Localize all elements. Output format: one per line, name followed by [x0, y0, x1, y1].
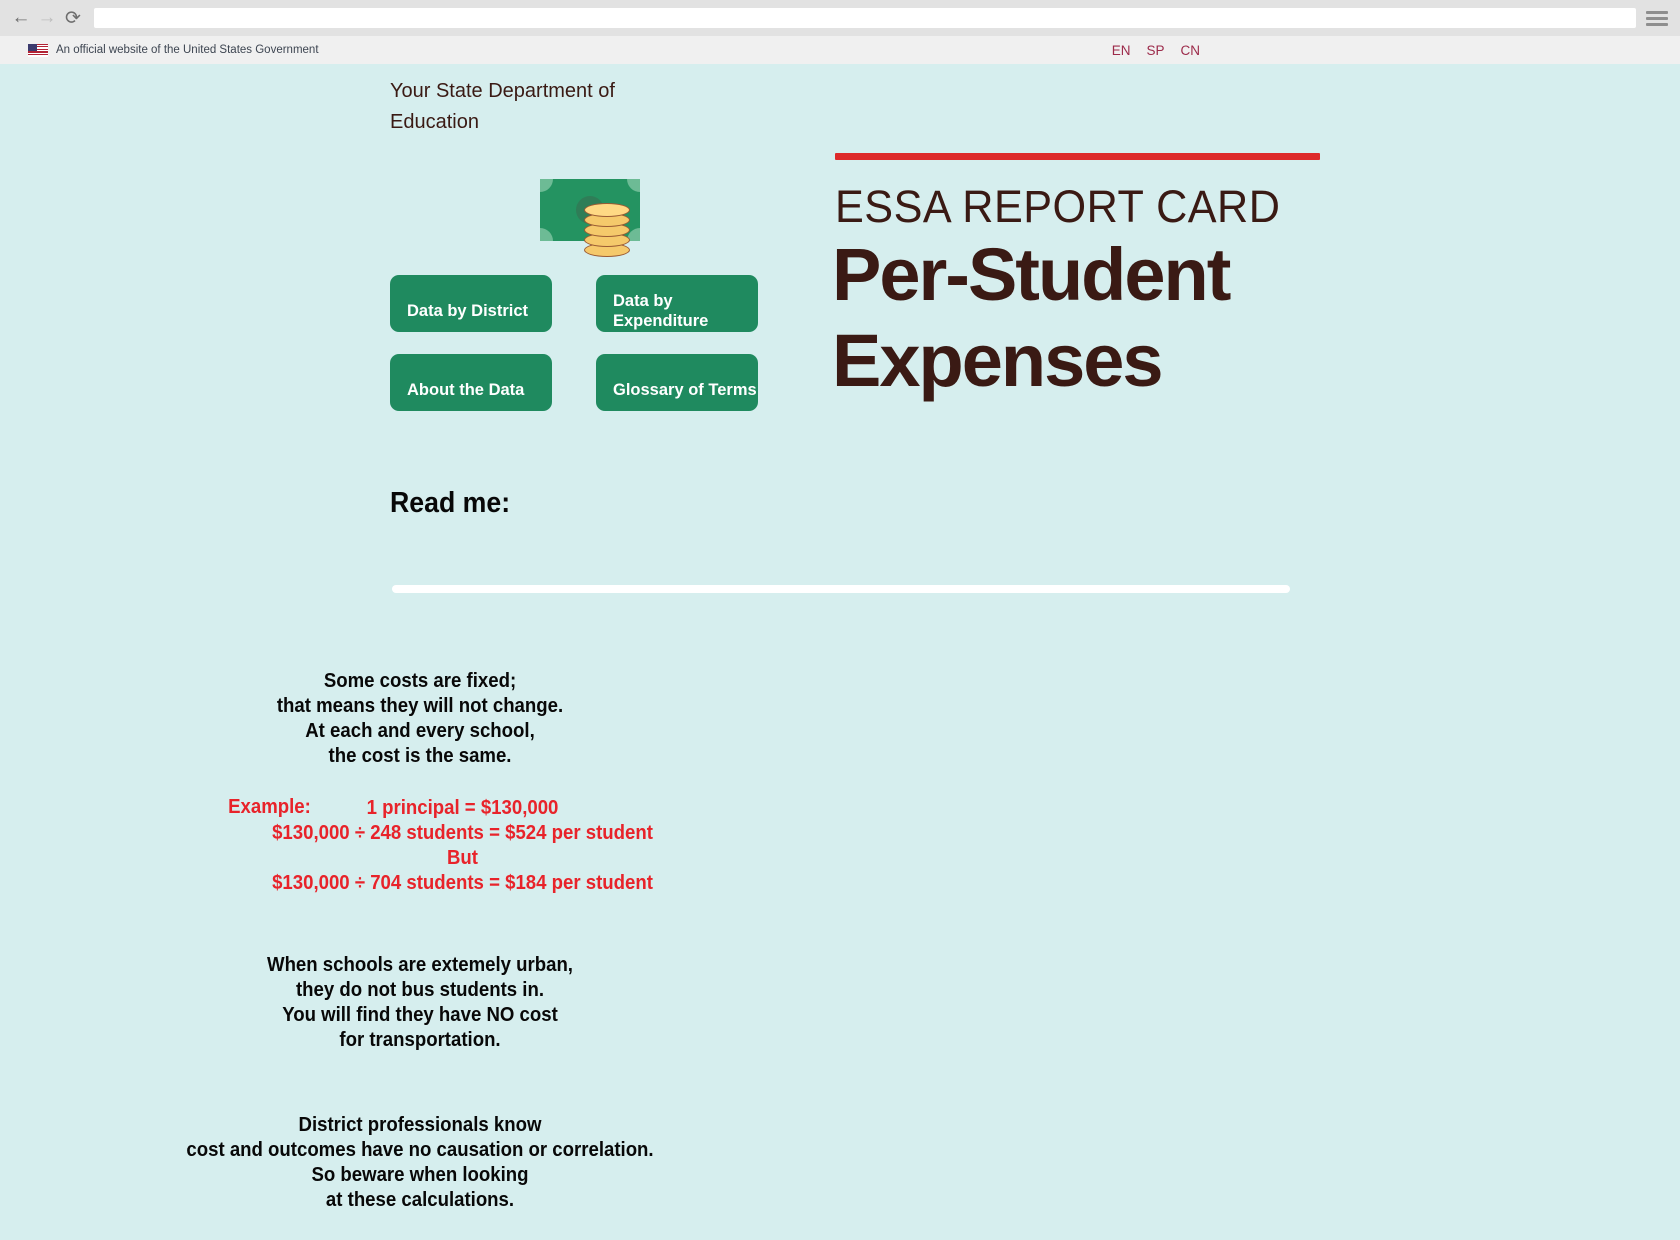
poem-line: So beware when looking: [311, 1164, 529, 1186]
poem-line: they do not bus students in.: [295, 979, 544, 1001]
poem-line: When schools are extemely urban,: [267, 954, 573, 976]
address-bar[interactable]: [94, 8, 1636, 28]
browser-chrome: ← → ⟳: [0, 0, 1680, 36]
page-title: Per-Student Expenses: [832, 232, 1231, 404]
example-line: $130,000 ÷ 704 students = $184 per stude…: [272, 872, 653, 894]
site-title: Your State Department of Education: [390, 80, 615, 133]
coin-stack-shape: [584, 203, 630, 259]
poem-line: District professionals know: [298, 1114, 542, 1136]
poem-line: that means they will not change.: [276, 695, 564, 717]
read-me-divider: [392, 585, 1290, 593]
example-line: 1 principal = $130,000: [366, 797, 559, 819]
example-line: But: [446, 847, 478, 869]
hero-red-rule: [835, 153, 1320, 160]
poem-line: the cost is the same.: [328, 745, 512, 767]
hero-title-line2: Expenses: [832, 319, 1164, 402]
poem-stanza-1: Some costs are fixed; that means they wi…: [0, 669, 1680, 769]
glossary-of-terms-button[interactable]: Glossary of Terms: [596, 354, 758, 411]
example-line: $130,000 ÷ 248 students = $524 per stude…: [272, 822, 653, 844]
back-icon[interactable]: ←: [8, 5, 34, 31]
money-with-coins-icon: [540, 159, 650, 259]
poem-line: Some costs are fixed;: [323, 670, 517, 692]
about-the-data-button[interactable]: About the Data: [390, 354, 552, 411]
hero-kicker: ESSA REPORT CARD: [835, 181, 1281, 232]
poem-stanza-2: When schools are extemely urban, they do…: [0, 953, 1680, 1053]
hamburger-menu-icon[interactable]: [1646, 8, 1668, 28]
poem-line: cost and outcomes have no causation or c…: [186, 1139, 654, 1161]
poem-line: for transportation.: [339, 1029, 501, 1051]
data-by-district-button[interactable]: Data by District: [390, 275, 552, 332]
poem-line: You will find they have NO cost: [282, 1004, 558, 1026]
reload-icon[interactable]: ⟳: [60, 5, 86, 31]
page-content: Your State Department of Education Data …: [0, 64, 1680, 1240]
poem-line: at these calculations.: [325, 1189, 515, 1211]
read-me-heading: Read me:: [390, 487, 511, 519]
language-link-cn[interactable]: CN: [1181, 43, 1201, 58]
forward-icon[interactable]: →: [34, 5, 60, 31]
banner-text: An official website of the United States…: [56, 44, 319, 56]
language-link-en[interactable]: EN: [1112, 43, 1131, 58]
poem-line: At each and every school,: [305, 720, 535, 742]
language-link-sp[interactable]: SP: [1146, 43, 1164, 58]
us-flag-icon: [28, 43, 48, 57]
poem-stanza-3: District professionals know cost and out…: [0, 1113, 1680, 1213]
hero-title-line1: Per-Student: [832, 233, 1231, 316]
data-by-expenditure-button[interactable]: Data by Expenditure: [596, 275, 758, 332]
language-switcher: EN SP CN: [1112, 36, 1680, 64]
example-calculations: 1 principal = $130,000 $130,000 ÷ 248 st…: [0, 796, 1680, 896]
